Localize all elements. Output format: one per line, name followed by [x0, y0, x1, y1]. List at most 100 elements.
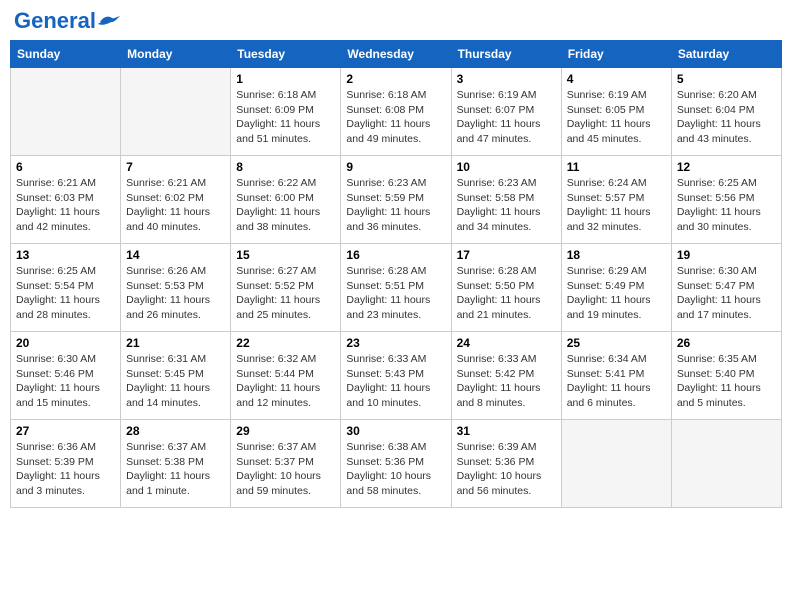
- calendar-cell: 9 Sunrise: 6:23 AMSunset: 5:59 PMDaylight…: [341, 156, 451, 244]
- calendar-cell: 11 Sunrise: 6:24 AMSunset: 5:57 PMDayligh…: [561, 156, 671, 244]
- calendar-cell: 14 Sunrise: 6:26 AMSunset: 5:53 PMDayligh…: [121, 244, 231, 332]
- calendar-cell: 21 Sunrise: 6:31 AMSunset: 5:45 PMDayligh…: [121, 332, 231, 420]
- day-header-friday: Friday: [561, 41, 671, 68]
- day-number: 16: [346, 248, 445, 262]
- day-number: 14: [126, 248, 225, 262]
- calendar-cell: 17 Sunrise: 6:28 AMSunset: 5:50 PMDayligh…: [451, 244, 561, 332]
- day-info: Sunrise: 6:18 AMSunset: 6:08 PMDaylight:…: [346, 88, 445, 147]
- calendar-cell: 4 Sunrise: 6:19 AMSunset: 6:05 PMDaylight…: [561, 68, 671, 156]
- day-info: Sunrise: 6:32 AMSunset: 5:44 PMDaylight:…: [236, 352, 335, 411]
- calendar-cell: 7 Sunrise: 6:21 AMSunset: 6:02 PMDaylight…: [121, 156, 231, 244]
- calendar-cell: 19 Sunrise: 6:30 AMSunset: 5:47 PMDayligh…: [671, 244, 781, 332]
- day-number: 9: [346, 160, 445, 174]
- day-header-saturday: Saturday: [671, 41, 781, 68]
- day-number: 21: [126, 336, 225, 350]
- week-row-3: 13 Sunrise: 6:25 AMSunset: 5:54 PMDayligh…: [11, 244, 782, 332]
- calendar-cell: 30 Sunrise: 6:38 AMSunset: 5:36 PMDayligh…: [341, 420, 451, 508]
- calendar-cell: 24 Sunrise: 6:33 AMSunset: 5:42 PMDayligh…: [451, 332, 561, 420]
- day-number: 4: [567, 72, 666, 86]
- day-number: 24: [457, 336, 556, 350]
- day-info: Sunrise: 6:28 AMSunset: 5:51 PMDaylight:…: [346, 264, 445, 323]
- day-number: 8: [236, 160, 335, 174]
- day-number: 11: [567, 160, 666, 174]
- day-number: 28: [126, 424, 225, 438]
- day-number: 29: [236, 424, 335, 438]
- day-info: Sunrise: 6:38 AMSunset: 5:36 PMDaylight:…: [346, 440, 445, 499]
- day-info: Sunrise: 6:26 AMSunset: 5:53 PMDaylight:…: [126, 264, 225, 323]
- day-info: Sunrise: 6:39 AMSunset: 5:36 PMDaylight:…: [457, 440, 556, 499]
- calendar-cell: 10Sunrise: 6:23 AMSunset: 5:58 PMDayligh…: [451, 156, 561, 244]
- day-number: 13: [16, 248, 115, 262]
- day-number: 22: [236, 336, 335, 350]
- day-header-monday: Monday: [121, 41, 231, 68]
- page-header: General: [10, 10, 782, 32]
- calendar-cell: 3 Sunrise: 6:19 AMSunset: 6:07 PMDaylight…: [451, 68, 561, 156]
- day-number: 20: [16, 336, 115, 350]
- day-number: 19: [677, 248, 776, 262]
- day-number: 10: [457, 160, 556, 174]
- day-number: 25: [567, 336, 666, 350]
- week-row-4: 20 Sunrise: 6:30 AMSunset: 5:46 PMDayligh…: [11, 332, 782, 420]
- day-number: 5: [677, 72, 776, 86]
- day-number: 18: [567, 248, 666, 262]
- day-info: Sunrise: 6:23 AMSunset: 5:59 PMDaylight:…: [346, 176, 445, 235]
- week-row-5: 27Sunrise: 6:36 AMSunset: 5:39 PMDayligh…: [11, 420, 782, 508]
- day-header-sunday: Sunday: [11, 41, 121, 68]
- week-row-1: 1Sunrise: 6:18 AMSunset: 6:09 PMDaylight…: [11, 68, 782, 156]
- day-number: 6: [16, 160, 115, 174]
- day-number: 31: [457, 424, 556, 438]
- calendar-cell: 13 Sunrise: 6:25 AMSunset: 5:54 PMDayligh…: [11, 244, 121, 332]
- calendar-cell: 26Sunrise: 6:35 AMSunset: 5:40 PMDayligh…: [671, 332, 781, 420]
- day-info: Sunrise: 6:30 AMSunset: 5:46 PMDaylight:…: [16, 352, 115, 411]
- calendar-cell: 20 Sunrise: 6:30 AMSunset: 5:46 PMDayligh…: [11, 332, 121, 420]
- calendar-cell: 16 Sunrise: 6:28 AMSunset: 5:51 PMDayligh…: [341, 244, 451, 332]
- calendar-cell: [671, 420, 781, 508]
- day-info: Sunrise: 6:31 AMSunset: 5:45 PMDaylight:…: [126, 352, 225, 411]
- calendar-cell: 6Sunrise: 6:21 AMSunset: 6:03 PMDaylight…: [11, 156, 121, 244]
- calendar-cell: [561, 420, 671, 508]
- logo-bird-icon: [98, 14, 120, 30]
- day-header-wednesday: Wednesday: [341, 41, 451, 68]
- calendar-cell: 25 Sunrise: 6:34 AMSunset: 5:41 PMDayligh…: [561, 332, 671, 420]
- day-info: Sunrise: 6:28 AMSunset: 5:50 PMDaylight:…: [457, 264, 556, 323]
- calendar-cell: 27Sunrise: 6:36 AMSunset: 5:39 PMDayligh…: [11, 420, 121, 508]
- day-info: Sunrise: 6:33 AMSunset: 5:42 PMDaylight:…: [457, 352, 556, 411]
- calendar-cell: 2 Sunrise: 6:18 AMSunset: 6:08 PMDaylight…: [341, 68, 451, 156]
- logo: General: [14, 10, 120, 32]
- day-info: Sunrise: 6:37 AMSunset: 5:38 PMDaylight:…: [126, 440, 225, 499]
- day-info: Sunrise: 6:21 AMSunset: 6:02 PMDaylight:…: [126, 176, 225, 235]
- day-number: 12: [677, 160, 776, 174]
- day-info: Sunrise: 6:30 AMSunset: 5:47 PMDaylight:…: [677, 264, 776, 323]
- calendar-cell: 15 Sunrise: 6:27 AMSunset: 5:52 PMDayligh…: [231, 244, 341, 332]
- calendar-cell: 5 Sunrise: 6:20 AMSunset: 6:04 PMDaylight…: [671, 68, 781, 156]
- day-info: Sunrise: 6:24 AMSunset: 5:57 PMDaylight:…: [567, 176, 666, 235]
- day-number: 15: [236, 248, 335, 262]
- day-number: 2: [346, 72, 445, 86]
- day-number: 17: [457, 248, 556, 262]
- day-info: Sunrise: 6:19 AMSunset: 6:05 PMDaylight:…: [567, 88, 666, 147]
- calendar-cell: 31 Sunrise: 6:39 AMSunset: 5:36 PMDayligh…: [451, 420, 561, 508]
- day-info: Sunrise: 6:37 AMSunset: 5:37 PMDaylight:…: [236, 440, 335, 499]
- calendar-cell: 8 Sunrise: 6:22 AMSunset: 6:00 PMDaylight…: [231, 156, 341, 244]
- calendar-cell: [11, 68, 121, 156]
- calendar-cell: 18Sunrise: 6:29 AMSunset: 5:49 PMDayligh…: [561, 244, 671, 332]
- calendar-cell: 29 Sunrise: 6:37 AMSunset: 5:37 PMDayligh…: [231, 420, 341, 508]
- logo-general: General: [14, 10, 96, 32]
- day-number: 3: [457, 72, 556, 86]
- day-info: Sunrise: 6:27 AMSunset: 5:52 PMDaylight:…: [236, 264, 335, 323]
- calendar-cell: 12 Sunrise: 6:25 AMSunset: 5:56 PMDayligh…: [671, 156, 781, 244]
- day-info: Sunrise: 6:35 AMSunset: 5:40 PMDaylight:…: [677, 352, 776, 411]
- day-info: Sunrise: 6:19 AMSunset: 6:07 PMDaylight:…: [457, 88, 556, 147]
- calendar-cell: 22 Sunrise: 6:32 AMSunset: 5:44 PMDayligh…: [231, 332, 341, 420]
- day-header-thursday: Thursday: [451, 41, 561, 68]
- day-info: Sunrise: 6:34 AMSunset: 5:41 PMDaylight:…: [567, 352, 666, 411]
- day-number: 30: [346, 424, 445, 438]
- day-info: Sunrise: 6:25 AMSunset: 5:54 PMDaylight:…: [16, 264, 115, 323]
- day-header-tuesday: Tuesday: [231, 41, 341, 68]
- day-info: Sunrise: 6:20 AMSunset: 6:04 PMDaylight:…: [677, 88, 776, 147]
- calendar-table: SundayMondayTuesdayWednesdayThursdayFrid…: [10, 40, 782, 508]
- day-number: 7: [126, 160, 225, 174]
- calendar-cell: [121, 68, 231, 156]
- day-info: Sunrise: 6:22 AMSunset: 6:00 PMDaylight:…: [236, 176, 335, 235]
- day-info: Sunrise: 6:25 AMSunset: 5:56 PMDaylight:…: [677, 176, 776, 235]
